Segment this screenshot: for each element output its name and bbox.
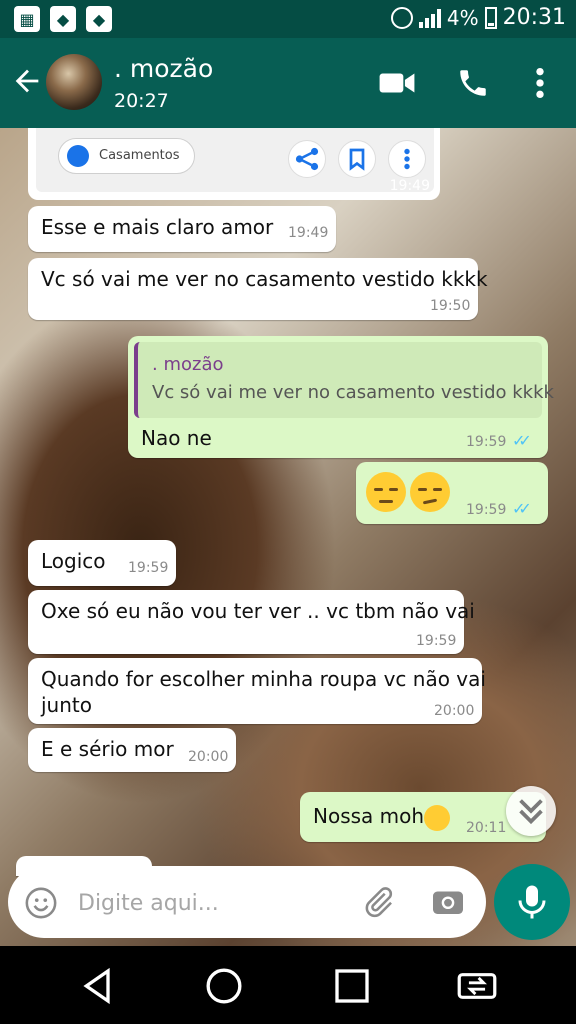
message-outgoing[interactable]: . mozão Vc só vai me ver no casamento ve…: [128, 336, 554, 458]
message-time: 19:59: [128, 560, 169, 576]
phone-icon[interactable]: [456, 66, 490, 100]
recents-icon[interactable]: [332, 966, 372, 1006]
message-incoming[interactable]: Oxe só eu não vou ter ver .. vc tbm não …: [28, 590, 475, 654]
message-input[interactable]: [76, 886, 350, 920]
message-text-line: junto: [41, 693, 92, 717]
pensive-face-emoji: [424, 804, 451, 831]
message-incoming[interactable]: Vc só vai me ver no casamento vestido kk…: [28, 258, 488, 320]
message-time: 20:00: [434, 703, 475, 719]
notification-icon: ◆: [50, 6, 76, 32]
switch-screen-icon[interactable]: [456, 966, 498, 1006]
site-chip-label: Casamentos: [99, 148, 180, 163]
message-time: 19:50: [430, 298, 471, 314]
battery-icon: [484, 6, 497, 29]
avatar[interactable]: [46, 54, 102, 110]
back-arrow-icon[interactable]: [10, 64, 44, 98]
signal-icon: [418, 8, 441, 28]
message-incoming[interactable]: Quando for escolher minha roupa vc não v…: [28, 658, 486, 724]
share-icon[interactable]: [288, 140, 326, 178]
notification-icon: ◆: [86, 6, 112, 32]
message-incoming[interactable]: Esse e mais claro amor 19:49: [28, 206, 336, 252]
globe-icon: [67, 145, 89, 167]
message-text: Esse e mais claro amor: [41, 215, 274, 239]
status-time: 20:31: [502, 5, 566, 30]
system-nav-bar: [0, 946, 576, 1024]
emoji-icon[interactable]: [24, 886, 58, 920]
message-incoming[interactable]: E e sério mor 20:00: [28, 728, 236, 772]
more-vert-icon[interactable]: [388, 140, 426, 178]
notification-icon: ▦: [14, 6, 40, 32]
message-time: 19:59: [466, 434, 507, 450]
alarm-icon: [390, 6, 413, 29]
mic-button[interactable]: [494, 864, 570, 940]
message-text-line: Quando for escolher minha roupa vc não v…: [41, 667, 486, 691]
double-chevron-down-icon: [519, 799, 543, 825]
quoted-text: Vc só vai me ver no casamento vestido kk…: [152, 382, 554, 403]
message-incoming[interactable]: Logico 19:59: [28, 540, 176, 586]
camera-icon[interactable]: [430, 884, 466, 920]
message-time: 20:11: [466, 820, 507, 836]
more-vert-icon[interactable]: [528, 66, 552, 100]
message-text: Oxe só eu não vou ter ver .. vc tbm não …: [41, 599, 475, 623]
link-preview[interactable]: Casamentos: [36, 128, 434, 192]
message-time: 19:59: [466, 502, 507, 518]
battery-percent: 4%: [446, 5, 479, 30]
link-preview-message[interactable]: Casamentos 19:49: [28, 128, 440, 200]
message-text: Vc só vai me ver no casamento vestido kk…: [41, 267, 488, 291]
attach-icon[interactable]: [360, 884, 396, 920]
message-text: Nossa moh: [313, 804, 425, 828]
home-icon[interactable]: [204, 966, 244, 1006]
composer: [8, 866, 486, 938]
message-text: E e sério mor: [41, 737, 174, 761]
status-bar: ▦ ◆ ◆ 4% 20:31: [0, 0, 576, 38]
mic-icon: [518, 885, 546, 919]
unamused-face-emoji: [410, 472, 450, 512]
message-time: 20:00: [188, 749, 229, 765]
last-seen: 20:27: [114, 90, 169, 112]
scroll-to-bottom-button[interactable]: [506, 786, 556, 836]
message-time: 19:49: [389, 178, 430, 194]
message-time: 19:59: [416, 633, 457, 649]
site-chip[interactable]: Casamentos: [58, 138, 195, 174]
back-nav-icon[interactable]: [78, 966, 118, 1006]
chat-area[interactable]: Casamentos 19:49 Esse e mais claro amor …: [0, 128, 576, 946]
pensive-face-emoji: [366, 472, 406, 512]
contact-name[interactable]: . mozão: [114, 54, 213, 83]
read-ticks-icon: ✓✓: [512, 499, 532, 518]
message-time: 19:49: [288, 225, 329, 241]
bookmark-icon[interactable]: [338, 140, 376, 178]
read-ticks-icon: ✓✓: [512, 431, 532, 450]
quoted-message[interactable]: . mozão Vc só vai me ver no casamento ve…: [134, 342, 554, 418]
quoted-sender: . mozão: [152, 354, 224, 375]
message-text: Logico: [41, 549, 106, 573]
message-text: Nao ne: [141, 426, 212, 450]
video-call-icon[interactable]: [378, 66, 416, 100]
notification-icons: ▦ ◆ ◆: [14, 6, 112, 32]
message-outgoing[interactable]: 19:59 ✓✓: [356, 462, 548, 524]
chat-header: . mozão 20:27: [0, 38, 576, 128]
